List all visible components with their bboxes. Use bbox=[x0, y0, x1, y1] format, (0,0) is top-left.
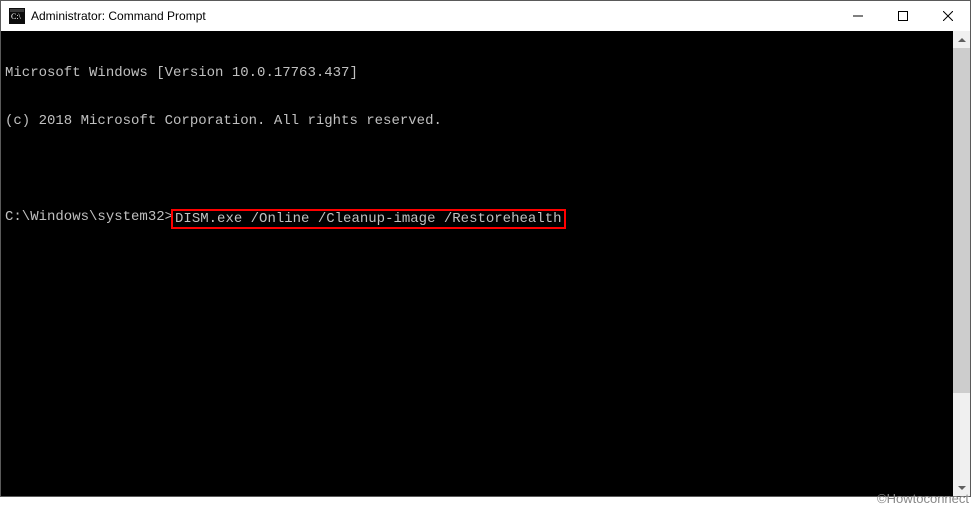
console-output[interactable]: Microsoft Windows [Version 10.0.17763.43… bbox=[1, 31, 953, 496]
command-highlight: DISM.exe /Online /Cleanup-image /Restore… bbox=[171, 209, 565, 229]
copyright-line: (c) 2018 Microsoft Corporation. All righ… bbox=[5, 113, 949, 129]
titlebar[interactable]: C:\ Administrator: Command Prompt bbox=[1, 1, 970, 31]
prompt-line: C:\Windows\system32>DISM.exe /Online /Cl… bbox=[5, 209, 949, 229]
close-button[interactable] bbox=[925, 1, 970, 31]
svg-text:C:\: C:\ bbox=[11, 12, 22, 21]
window-title: Administrator: Command Prompt bbox=[31, 9, 835, 23]
version-line: Microsoft Windows [Version 10.0.17763.43… bbox=[5, 65, 949, 81]
cmd-icon: C:\ bbox=[9, 8, 25, 24]
window-controls bbox=[835, 1, 970, 31]
vertical-scrollbar[interactable] bbox=[953, 31, 970, 496]
scroll-up-button[interactable] bbox=[953, 31, 970, 48]
command-prompt-window: C:\ Administrator: Command Prompt Micros… bbox=[0, 0, 971, 497]
scroll-thumb[interactable] bbox=[953, 48, 970, 393]
blank-line bbox=[5, 161, 949, 177]
maximize-button[interactable] bbox=[880, 1, 925, 31]
watermark: ©Howtoconnect bbox=[877, 491, 969, 506]
prompt-path: C:\Windows\system32> bbox=[5, 209, 173, 225]
command-text: DISM.exe /Online /Cleanup-image /Restore… bbox=[175, 211, 561, 227]
scroll-track[interactable] bbox=[953, 48, 970, 479]
minimize-button[interactable] bbox=[835, 1, 880, 31]
